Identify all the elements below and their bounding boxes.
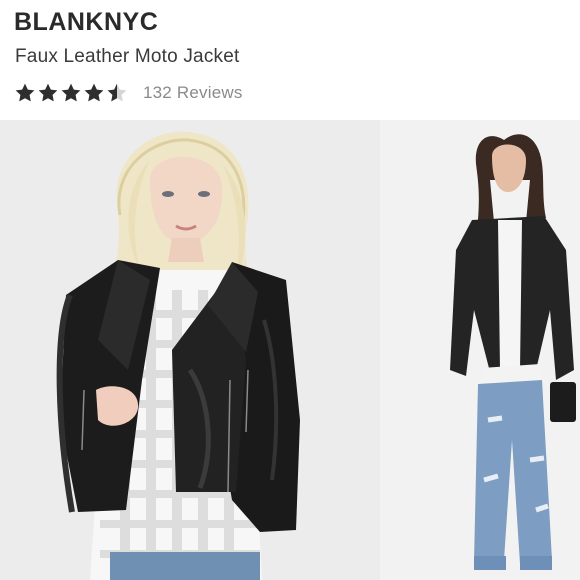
reviews-link[interactable]: 132 Reviews bbox=[143, 83, 243, 103]
half-star-icon bbox=[107, 83, 127, 102]
model-front-image bbox=[0, 120, 377, 580]
product-header: BLANKNYC Faux Leather Moto Jacket 132 Re… bbox=[0, 0, 580, 120]
star-icon bbox=[15, 83, 35, 102]
star-icon bbox=[61, 83, 81, 102]
star-rating bbox=[14, 82, 129, 104]
product-photo-main[interactable] bbox=[0, 120, 377, 580]
brand-name[interactable]: BLANKNYC bbox=[14, 8, 158, 37]
product-image-gallery[interactable] bbox=[0, 120, 580, 580]
star-icon bbox=[38, 83, 58, 102]
product-title: Faux Leather Moto Jacket bbox=[15, 46, 240, 67]
rating-row[interactable]: 132 Reviews bbox=[14, 80, 243, 106]
product-photo-secondary[interactable] bbox=[380, 120, 580, 580]
star-icon bbox=[84, 83, 104, 102]
model-full-length-image bbox=[380, 120, 580, 580]
